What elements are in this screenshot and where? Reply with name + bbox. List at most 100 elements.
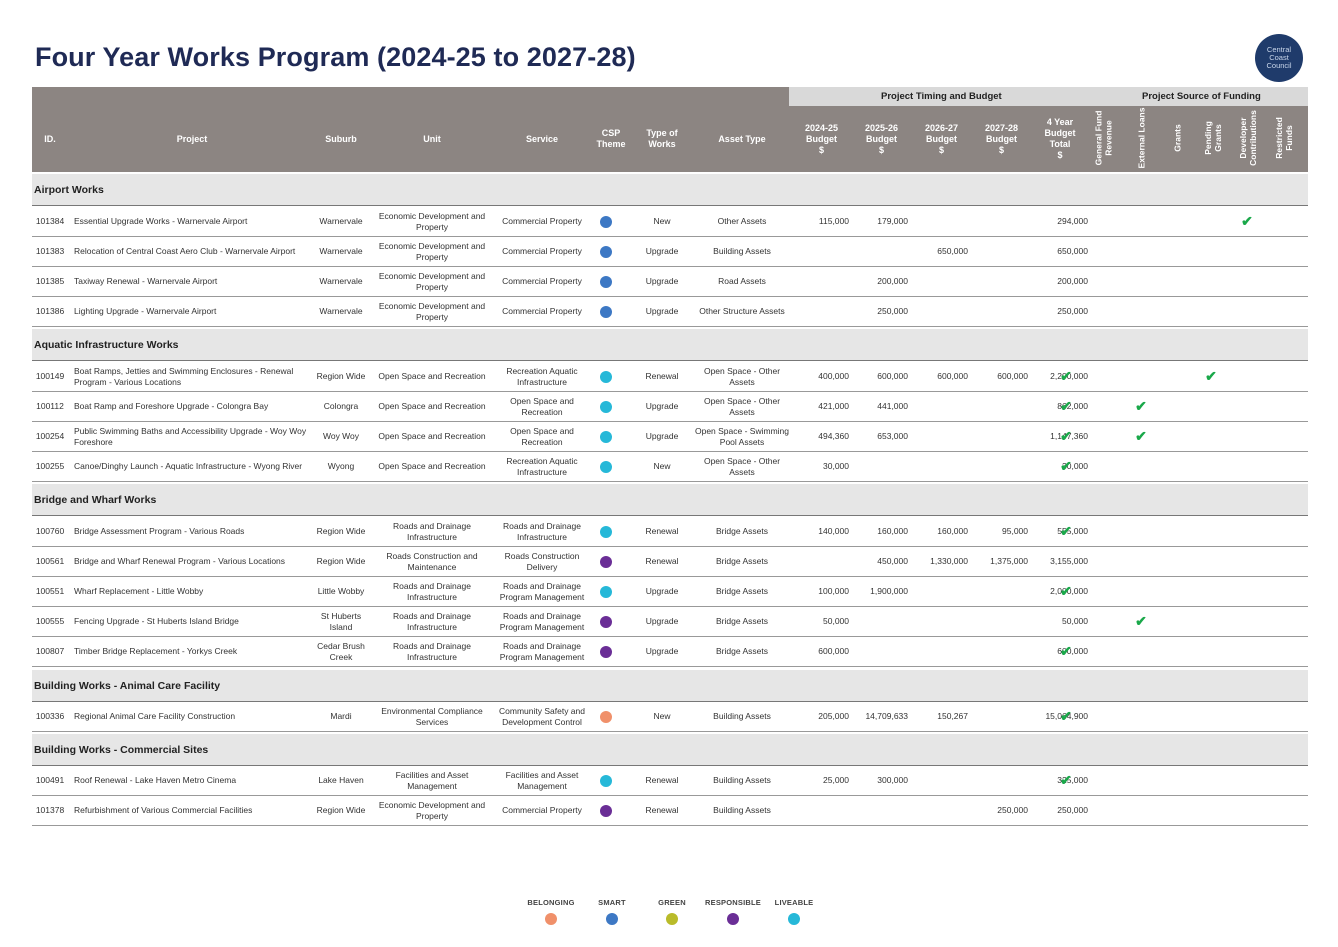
cell-service: Community Safety and Development Control	[499, 705, 585, 727]
section-header: Bridge and Wharf Works	[32, 484, 1308, 516]
table-header: ID. Project Suburb Unit Service CSP Them…	[32, 106, 1308, 172]
cell-type: New	[653, 461, 671, 471]
table-row: 101386 Lighting Upgrade - Warnervale Airp…	[32, 297, 1308, 327]
theme-dot-icon	[600, 525, 612, 538]
cell-suburb: Warnervale	[319, 216, 363, 226]
smart-dot-icon	[606, 913, 618, 925]
cell-total: 650,000	[1057, 246, 1088, 256]
cell-project: Canoe/Dinghy Launch - Aquatic Infrastruc…	[74, 461, 303, 471]
check-icon: ✔	[1135, 613, 1147, 629]
cell-b2	[852, 237, 908, 266]
cell-project: Lighting Upgrade - Warnervale Airport	[74, 306, 217, 316]
cell-type: Renewal	[645, 371, 679, 381]
header-unit: Unit	[423, 133, 441, 144]
cell-b3	[912, 422, 968, 451]
table-row: 101383 Relocation of Central Coast Aero C…	[32, 237, 1308, 267]
cell-asset: Bridge Assets	[716, 526, 768, 536]
cell-asset: Building Assets	[713, 246, 771, 256]
cell-type: Upgrade	[645, 616, 679, 626]
cell-type: Upgrade	[645, 306, 679, 316]
cell-suburb: Little Wobby	[317, 586, 365, 596]
cell-type: Upgrade	[645, 246, 679, 256]
csp-theme-cell	[594, 452, 618, 481]
theme-legend: BELONGING SMART GREEN RESPONSIBLE LIVEAB…	[0, 898, 1338, 934]
cell-type: New	[653, 711, 671, 721]
theme-dot-icon	[600, 710, 612, 723]
cell-asset: Bridge Assets	[716, 616, 768, 626]
cell-service: Commercial Property	[502, 306, 582, 316]
cell-unit: Economic Development and Property	[378, 210, 486, 232]
cell-b1	[792, 267, 849, 296]
cell-b2: 14,709,633	[865, 711, 908, 721]
csp-theme-cell	[594, 422, 618, 451]
csp-theme-cell	[594, 392, 618, 421]
cell-asset: Building Assets	[713, 805, 771, 815]
theme-dot-icon	[600, 645, 612, 658]
cell-b4	[972, 392, 1028, 421]
cell-type: Upgrade	[645, 646, 679, 656]
cell-project: Public Swimming Baths and Accessibility …	[74, 425, 307, 447]
check-icon: ✔	[1060, 458, 1072, 474]
responsible-dot-icon	[727, 913, 739, 925]
cell-b1: 50,000	[823, 616, 849, 626]
check-icon: ✔	[1241, 213, 1253, 229]
legend-smart: SMART	[582, 898, 642, 925]
legend-belonging: BELONGING	[521, 898, 581, 925]
csp-theme-cell	[594, 577, 618, 606]
cell-type: Upgrade	[645, 431, 679, 441]
cell-b2	[852, 796, 908, 825]
csp-theme-cell	[594, 237, 618, 266]
csp-theme-cell	[594, 297, 618, 326]
table-row: 100760 Bridge Assessment Program - Variou…	[32, 517, 1308, 547]
cell-b1: 600,000	[818, 646, 849, 656]
cell-service: Facilities and Asset Management	[505, 769, 579, 791]
cell-service: Commercial Property	[502, 246, 582, 256]
cell-b2	[852, 607, 908, 636]
cell-service: Roads and Drainage Program Management	[499, 610, 585, 632]
cell-b1	[792, 297, 849, 326]
cell-project: Bridge and Wharf Renewal Program - Vario…	[74, 556, 286, 566]
cell-b3: 1,330,000	[930, 556, 968, 566]
theme-dot-icon	[600, 585, 612, 598]
header-csp-theme: CSP Theme	[596, 128, 626, 149]
cell-b3	[912, 637, 968, 666]
cell-id: 100551	[35, 586, 65, 596]
header-type-of-works: Type of Works	[646, 128, 678, 149]
cell-asset: Open Space - Swimming Pool Assets	[694, 425, 789, 447]
table-row: 100491 Roof Renewal - Lake Haven Metro Ci…	[32, 766, 1308, 796]
cell-asset: Bridge Assets	[716, 646, 768, 656]
cell-project: Boat Ramps, Jetties and Swimming Enclosu…	[74, 365, 294, 387]
cell-b1: 100,000	[818, 586, 849, 596]
header-grants: Grants	[1173, 124, 1183, 152]
cell-suburb: Region Wide	[316, 556, 366, 566]
cell-unit: Economic Development and Property	[378, 799, 486, 821]
cell-asset: Open Space - Other Assets	[703, 455, 781, 477]
cell-id: 101385	[35, 276, 65, 286]
cell-b1	[792, 237, 849, 266]
cell-id: 100149	[35, 371, 65, 381]
cell-project: Wharf Replacement - Little Wobby	[74, 586, 204, 596]
cell-suburb: Colongra	[323, 401, 359, 411]
cell-suburb: Warnervale	[319, 306, 363, 316]
header-service: Service	[525, 133, 559, 144]
cell-b4: 250,000	[997, 805, 1028, 815]
check-icon: ✔	[1135, 428, 1147, 444]
cell-b2: 179,000	[877, 216, 908, 226]
cell-asset: Building Assets	[713, 711, 771, 721]
cell-project: Bridge Assessment Program - Various Road…	[74, 526, 245, 536]
header-general-fund: General Fund Revenue	[1093, 110, 1114, 166]
section-header: Building Works - Animal Care Facility	[32, 670, 1308, 702]
cell-unit: Environmental Compliance Services	[381, 705, 483, 727]
csp-theme-cell	[594, 607, 618, 636]
check-icon: ✔	[1205, 368, 1217, 384]
header-external-loans: External Loans	[1136, 107, 1146, 169]
cell-unit: Economic Development and Property	[378, 300, 486, 322]
header-developer-contributions: Developer Contributions	[1238, 110, 1258, 166]
check-icon: ✔	[1060, 428, 1072, 444]
theme-dot-icon	[600, 275, 612, 288]
cell-type: Renewal	[645, 805, 679, 815]
cell-total: 3,155,000	[1050, 556, 1088, 566]
cell-type: Renewal	[645, 556, 679, 566]
cell-b3	[912, 297, 968, 326]
csp-theme-cell	[594, 766, 618, 795]
